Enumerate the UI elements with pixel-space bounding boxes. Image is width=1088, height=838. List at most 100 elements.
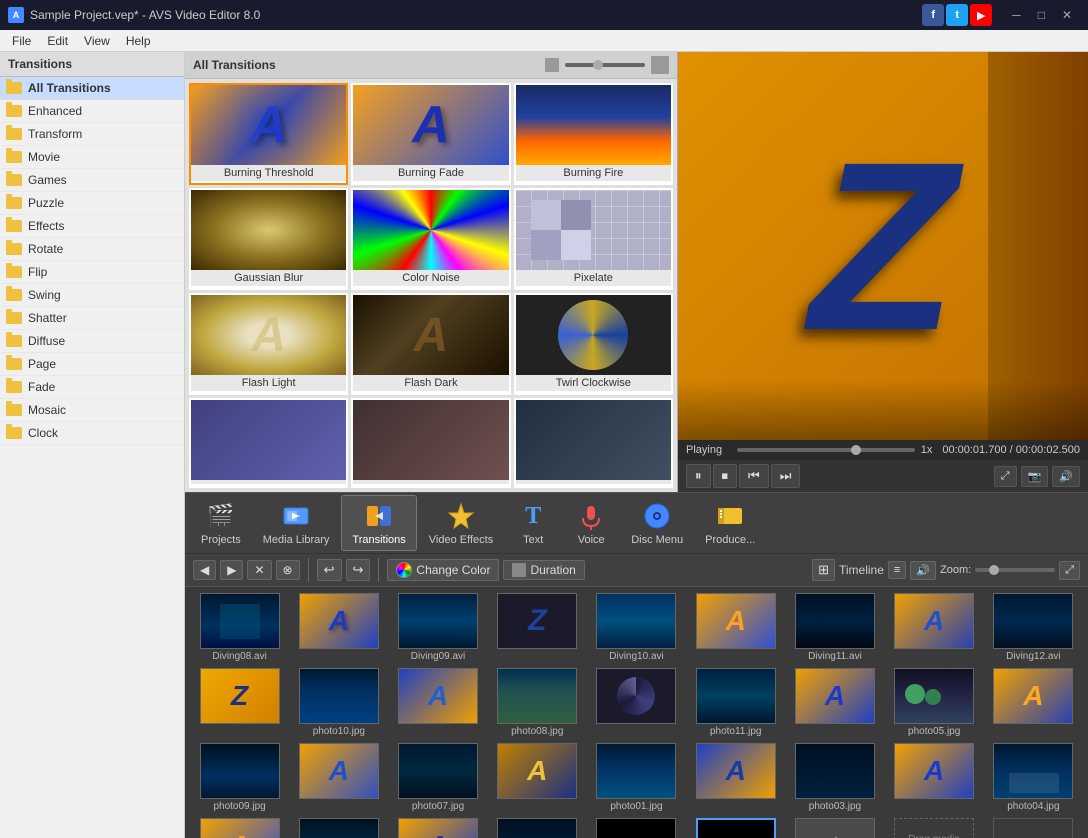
media-item-photo10[interactable]: photo10.jpg bbox=[292, 668, 385, 737]
grid-view-button[interactable]: ⊞ bbox=[812, 559, 835, 581]
sidebar-item-fade[interactable]: Fade bbox=[0, 376, 184, 399]
media-item-photo05[interactable]: photo05.jpg bbox=[888, 668, 981, 737]
playback-progress[interactable] bbox=[737, 448, 915, 452]
toolbar-btn-disc-menu[interactable]: Disc Menu bbox=[621, 496, 693, 550]
volume-control-button[interactable]: 🔊 bbox=[910, 561, 936, 580]
sidebar-item-movie[interactable]: Movie bbox=[0, 146, 184, 169]
change-color-button[interactable]: Change Color bbox=[387, 559, 499, 581]
expand-button[interactable]: ⤢ bbox=[1059, 561, 1080, 580]
media-item-diving12[interactable]: Diving12.avi bbox=[987, 593, 1080, 662]
menu-view[interactable]: View bbox=[76, 32, 118, 50]
sidebar-item-clock[interactable]: Clock bbox=[0, 422, 184, 445]
toolbar-btn-media-library[interactable]: Media Library bbox=[253, 496, 340, 550]
full-screen-button[interactable]: ⤢ bbox=[994, 466, 1017, 487]
transition-partial-3[interactable] bbox=[514, 398, 673, 488]
close-button[interactable]: ✕ bbox=[1054, 6, 1080, 24]
menu-edit[interactable]: Edit bbox=[39, 32, 76, 50]
transition-flash-light[interactable]: A Flash Light bbox=[189, 293, 348, 395]
sidebar-item-puzzle[interactable]: Puzzle bbox=[0, 192, 184, 215]
menu-help[interactable]: Help bbox=[118, 32, 159, 50]
nav-back-button[interactable]: ◀ bbox=[193, 560, 216, 580]
sidebar-item-shatter[interactable]: Shatter bbox=[0, 307, 184, 330]
media-item-trans5[interactable]: Z bbox=[193, 668, 286, 737]
prev-button[interactable]: ⏮ bbox=[739, 464, 769, 488]
minimize-button[interactable]: ─ bbox=[1004, 6, 1029, 24]
delete-button[interactable]: ✕ bbox=[247, 560, 271, 580]
transition-pixelate[interactable]: Pixelate bbox=[514, 188, 673, 290]
undo-button[interactable]: ↩ bbox=[317, 559, 342, 581]
toolbar-btn-video-effects[interactable]: Video Effects bbox=[419, 496, 503, 550]
cancel-button[interactable]: ⊗ bbox=[276, 560, 300, 580]
transition-color-noise[interactable]: Color Noise bbox=[351, 188, 510, 290]
toolbar-btn-produce[interactable]: Produce... bbox=[695, 496, 765, 550]
media-item-trans10[interactable]: A bbox=[292, 743, 385, 812]
media-item-photo02[interactable]: photo02.jpg bbox=[491, 818, 584, 838]
zoom-slider[interactable] bbox=[975, 568, 1055, 572]
toolbar-btn-projects[interactable]: 🎬 Projects bbox=[191, 496, 251, 550]
sidebar-item-enhanced[interactable]: Enhanced bbox=[0, 100, 184, 123]
transition-flash-dark[interactable]: A Flash Dark bbox=[351, 293, 510, 395]
sidebar-item-transform[interactable]: Transform bbox=[0, 123, 184, 146]
media-item-diving10[interactable]: Diving10.avi bbox=[590, 593, 683, 662]
media-item-trans14[interactable]: A bbox=[193, 818, 286, 838]
sidebar-item-games[interactable]: Games bbox=[0, 169, 184, 192]
media-item-photo11[interactable]: photo11.jpg bbox=[689, 668, 782, 737]
media-item-trans1[interactable]: A bbox=[292, 593, 385, 662]
media-item-trans4[interactable]: A bbox=[888, 593, 981, 662]
media-item-diving08[interactable]: Diving08.avi bbox=[193, 593, 286, 662]
sidebar-item-mosaic[interactable]: Mosaic bbox=[0, 399, 184, 422]
gallery-zoom-slider[interactable] bbox=[565, 63, 645, 67]
pause-button[interactable]: ⏸ bbox=[686, 464, 711, 488]
duration-button[interactable]: Duration bbox=[503, 560, 584, 580]
media-item-selected-z[interactable]: (0, 0, 0) bbox=[689, 818, 782, 838]
next-button[interactable]: ⏭ bbox=[771, 464, 801, 488]
toolbar-btn-text[interactable]: T Text bbox=[505, 496, 561, 550]
sidebar-item-all-transitions[interactable]: All Transitions bbox=[0, 77, 184, 100]
stop-button[interactable]: ⏹ bbox=[713, 464, 738, 488]
media-item-trans7[interactable] bbox=[590, 668, 683, 737]
snapshot-button[interactable]: 📷 bbox=[1021, 466, 1049, 487]
redo-button[interactable]: ↪ bbox=[346, 559, 371, 581]
transition-twirl-clockwise[interactable]: Twirl Clockwise bbox=[514, 293, 673, 395]
sidebar-item-page[interactable]: Page bbox=[0, 353, 184, 376]
media-item-black[interactable] bbox=[590, 818, 683, 838]
menu-file[interactable]: File bbox=[4, 32, 39, 50]
transition-partial-2[interactable] bbox=[351, 398, 510, 488]
media-item-photo07[interactable]: photo07.jpg bbox=[391, 743, 484, 812]
transition-burning-threshold[interactable]: A Burning Threshold bbox=[189, 83, 348, 185]
list-view-button[interactable]: ≡ bbox=[888, 561, 906, 579]
toolbar-btn-transitions[interactable]: Transitions bbox=[341, 495, 416, 551]
media-item-trans8[interactable]: A bbox=[788, 668, 881, 737]
media-item-photo01[interactable]: photo01.jpg bbox=[590, 743, 683, 812]
media-item-diving09[interactable]: Diving09.avi bbox=[391, 593, 484, 662]
media-item-trans3[interactable]: A bbox=[689, 593, 782, 662]
sidebar-item-rotate[interactable]: Rotate bbox=[0, 238, 184, 261]
media-item-diving11[interactable]: Diving11.avi bbox=[788, 593, 881, 662]
twitter-button[interactable]: t bbox=[946, 4, 968, 26]
media-item-trans12[interactable]: A bbox=[689, 743, 782, 812]
media-item-trans6[interactable]: A bbox=[391, 668, 484, 737]
media-item-photo08[interactable]: photo08.jpg bbox=[491, 668, 584, 737]
maximize-button[interactable]: □ bbox=[1030, 6, 1053, 24]
transition-partial-1[interactable] bbox=[189, 398, 348, 488]
media-item-photo09[interactable]: photo09.jpg bbox=[193, 743, 286, 812]
media-item-trans13[interactable]: A bbox=[888, 743, 981, 812]
media-item-trans2[interactable]: Z bbox=[491, 593, 584, 662]
transition-burning-fire[interactable]: Burning Fire bbox=[514, 83, 673, 185]
sidebar-item-flip[interactable]: Flip bbox=[0, 261, 184, 284]
media-item-trans11[interactable]: A bbox=[491, 743, 584, 812]
transition-burning-fade[interactable]: A Burning Fade bbox=[351, 83, 510, 185]
media-item-trans15[interactable]: A bbox=[391, 818, 484, 838]
youtube-button[interactable]: ▶ bbox=[970, 4, 992, 26]
media-item-photo04[interactable]: photo04.jpg bbox=[987, 743, 1080, 812]
facebook-button[interactable]: f bbox=[922, 4, 944, 26]
volume-button[interactable]: 🔊 bbox=[1052, 466, 1080, 487]
transition-gaussian-blur[interactable]: Gaussian Blur bbox=[189, 188, 348, 290]
media-item-trans9[interactable]: A bbox=[987, 668, 1080, 737]
toolbar-btn-voice[interactable]: Voice bbox=[563, 496, 619, 550]
sidebar-item-effects[interactable]: Effects bbox=[0, 215, 184, 238]
media-item-photo06[interactable]: photo06.jpg bbox=[292, 818, 385, 838]
nav-forward-button[interactable]: ▶ bbox=[220, 560, 243, 580]
large-thumb-icon[interactable] bbox=[651, 56, 669, 74]
small-thumb-icon[interactable] bbox=[545, 58, 559, 72]
